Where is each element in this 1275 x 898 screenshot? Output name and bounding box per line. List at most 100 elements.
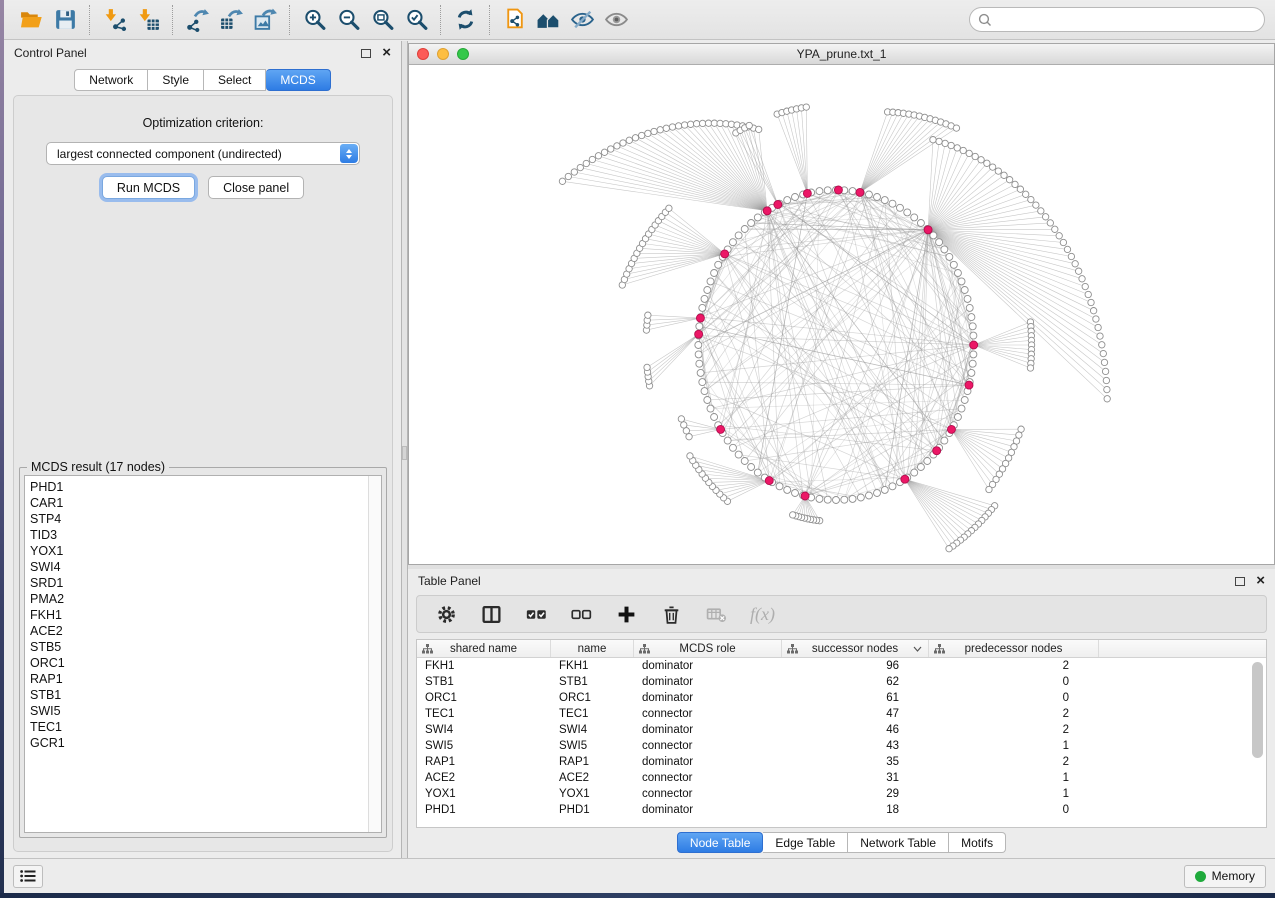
zoom-fit-button[interactable] — [365, 4, 399, 36]
eye-icon — [604, 7, 629, 32]
table-row[interactable]: SWI5SWI5connector431 — [417, 738, 1266, 754]
table-scrollbar-thumb[interactable] — [1252, 662, 1263, 758]
cell-name: TEC1 — [551, 706, 634, 722]
tab-select[interactable]: Select — [204, 69, 266, 91]
cell-mcds_role: connector — [634, 770, 782, 786]
node-table: shared namenameMCDS rolesuccessor nodesp… — [416, 639, 1267, 828]
tab-style[interactable]: Style — [148, 69, 204, 91]
mcds-result-list[interactable]: PHD1CAR1STP4TID3YOX1SWI4SRD1PMA2FKH1ACE2… — [25, 476, 368, 832]
criterion-select[interactable]: largest connected component (undirected) — [46, 142, 360, 165]
import-table-button[interactable] — [131, 4, 165, 36]
delete-column-button[interactable] — [660, 603, 682, 625]
delete-table-button[interactable] — [705, 603, 727, 625]
close-table-panel-icon[interactable]: × — [1256, 576, 1265, 586]
save-icon — [53, 7, 78, 32]
table-scrollbar[interactable] — [1252, 662, 1263, 822]
export-network-button[interactable] — [180, 4, 214, 36]
float-panel-icon[interactable] — [361, 49, 371, 58]
table-row[interactable]: RAP1RAP1dominator352 — [417, 754, 1266, 770]
home-icon — [536, 7, 561, 32]
network-window-title: YPA_prune.txt_1 — [409, 47, 1274, 61]
export-table-icon — [219, 7, 244, 32]
home-button[interactable] — [531, 4, 565, 36]
cell-predecessor_nodes: 0 — [929, 674, 1099, 690]
network-canvas[interactable] — [409, 65, 1274, 564]
network-document-icon — [502, 7, 527, 32]
control-panel-titlebar: Control Panel × — [4, 41, 401, 65]
vertical-splitter[interactable] — [401, 41, 408, 858]
trash-icon — [661, 604, 682, 625]
column-header-filler — [1099, 640, 1266, 657]
mcds-result-listwrap: PHD1CAR1STP4TID3YOX1SWI4SRD1PMA2FKH1ACE2… — [24, 475, 382, 833]
main-toolbar — [4, 0, 1275, 40]
float-table-panel-icon[interactable] — [1235, 577, 1245, 586]
column-header-name[interactable]: name — [551, 640, 634, 657]
function-builder-button[interactable]: f(x) — [750, 604, 775, 625]
zoom-fit-icon — [370, 7, 395, 32]
memory-label: Memory — [1212, 869, 1255, 883]
select-all-button[interactable] — [525, 603, 547, 625]
mcds-result-item: STP4 — [30, 511, 368, 527]
cell-successor_nodes: 29 — [782, 786, 929, 802]
mcds-result-item: YOX1 — [30, 543, 368, 559]
column-header-successor_nodes[interactable]: successor nodes — [782, 640, 929, 657]
import-network-icon — [102, 7, 127, 32]
cell-name: YOX1 — [551, 786, 634, 802]
task-history-button[interactable] — [13, 865, 43, 888]
run-mcds-button[interactable]: Run MCDS — [102, 176, 195, 199]
column-header-shared_name[interactable]: shared name — [417, 640, 551, 657]
close-panel-button[interactable]: Close panel — [208, 176, 304, 199]
tab-node-table[interactable]: Node Table — [677, 832, 764, 853]
desktop-background-bottom — [0, 893, 1275, 898]
table-row[interactable]: FKH1FKH1dominator962 — [417, 658, 1266, 674]
column-header-predecessor_nodes[interactable]: predecessor nodes — [929, 640, 1099, 657]
mcds-result-item: SWI5 — [30, 703, 368, 719]
table-row[interactable]: YOX1YOX1connector291 — [417, 786, 1266, 802]
open-button[interactable] — [14, 4, 48, 36]
export-table-button[interactable] — [214, 4, 248, 36]
table-row[interactable]: PHD1PHD1dominator180 — [417, 802, 1266, 818]
import-network-button[interactable] — [97, 4, 131, 36]
close-panel-icon[interactable]: × — [382, 48, 391, 58]
cell-name: PHD1 — [551, 802, 634, 818]
memory-button[interactable]: Memory — [1184, 865, 1266, 888]
table-row[interactable]: TEC1TEC1connector472 — [417, 706, 1266, 722]
save-button[interactable] — [48, 4, 82, 36]
table-row[interactable]: SWI4SWI4dominator462 — [417, 722, 1266, 738]
search-input[interactable] — [998, 13, 1256, 27]
tab-network-table[interactable]: Network Table — [848, 832, 949, 853]
split-view-button[interactable] — [480, 603, 502, 625]
open-folder-icon — [19, 7, 44, 32]
cell-shared_name: ACE2 — [417, 770, 551, 786]
apply-layout-button[interactable] — [448, 4, 482, 36]
mcds-list-scrollbar[interactable] — [368, 476, 381, 832]
table-row[interactable]: STB1STB1dominator620 — [417, 674, 1266, 690]
cell-mcds_role: dominator — [634, 690, 782, 706]
new-network-from-selection-button[interactable] — [497, 4, 531, 36]
export-image-button[interactable] — [248, 4, 282, 36]
hide-graphics-details-button[interactable] — [565, 4, 599, 36]
cell-shared_name: STB1 — [417, 674, 551, 690]
node-table-header: shared namenameMCDS rolesuccessor nodesp… — [417, 640, 1266, 658]
zoom-out-button[interactable] — [331, 4, 365, 36]
table-settings-button[interactable] — [435, 603, 457, 625]
table-row[interactable]: ORC1ORC1dominator610 — [417, 690, 1266, 706]
splitter-handle[interactable] — [402, 446, 407, 460]
column-header-mcds_role[interactable]: MCDS role — [634, 640, 782, 657]
status-bar: Memory — [4, 858, 1275, 893]
add-column-button[interactable] — [615, 603, 637, 625]
birdseye-view-button[interactable] — [599, 4, 633, 36]
unselect-all-button[interactable] — [570, 603, 592, 625]
control-panel: Control Panel × Network Style Select MCD… — [4, 41, 401, 858]
tab-network[interactable]: Network — [74, 69, 148, 91]
cell-predecessor_nodes: 0 — [929, 802, 1099, 818]
zoom-selected-button[interactable] — [399, 4, 433, 36]
zoom-in-button[interactable] — [297, 4, 331, 36]
tab-mcds[interactable]: MCDS — [266, 69, 330, 91]
tab-edge-table[interactable]: Edge Table — [763, 832, 848, 853]
toolbar-separator — [489, 5, 490, 35]
cell-mcds_role: dominator — [634, 658, 782, 674]
tab-motifs[interactable]: Motifs — [949, 832, 1006, 853]
table-row[interactable]: ACE2ACE2connector311 — [417, 770, 1266, 786]
table-tabs: Node Table Edge Table Network Table Moti… — [408, 832, 1275, 853]
